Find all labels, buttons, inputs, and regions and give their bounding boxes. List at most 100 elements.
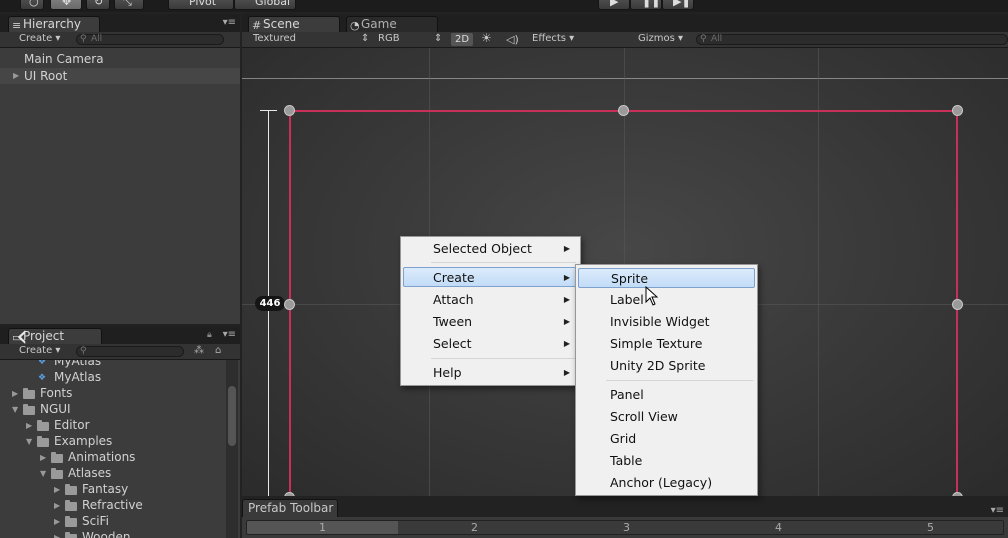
move-icon: ✥ xyxy=(62,0,72,8)
effects-dropdown[interactable]: Effects ▾ xyxy=(532,33,574,44)
filter-label-icon[interactable]: ⌂ xyxy=(215,345,221,356)
expand-arrow-icon[interactable]: ▶ xyxy=(26,421,32,430)
menu-item-table[interactable]: Table xyxy=(578,451,755,471)
menu-item-label: Scroll View xyxy=(610,409,678,424)
scale-tool-button[interactable]: ⤡ xyxy=(114,0,144,10)
sun-icon[interactable]: ☀ xyxy=(481,31,492,45)
prefab-page-4[interactable]: 4 xyxy=(775,521,782,534)
expand-arrow-icon[interactable]: ▶ xyxy=(54,501,60,510)
expand-arrow-icon[interactable]: ▶ xyxy=(40,453,46,462)
search-icon: ⚲ xyxy=(80,346,87,356)
global-toggle[interactable]: Global xyxy=(234,0,296,10)
panel-menu-icon[interactable]: ▾≡ xyxy=(991,505,1004,516)
resize-handle-top-left[interactable] xyxy=(284,105,295,116)
speaker-icon[interactable]: ◁) xyxy=(506,33,519,46)
pivot-toggle[interactable]: Pivot xyxy=(168,0,234,10)
menu-item-create[interactable]: Create ▶ xyxy=(403,267,578,287)
submenu-arrow-icon: ▶ xyxy=(563,295,570,304)
tab-scene-label: Scene xyxy=(263,17,300,31)
prefab-page-3[interactable]: 3 xyxy=(623,521,630,534)
filter-type-icon[interactable]: ⁂ xyxy=(194,345,204,356)
resize-handle-right[interactable] xyxy=(952,299,963,310)
back-arrow-icon[interactable]: ‹ xyxy=(16,322,28,352)
prefab-page-1[interactable]: 1 xyxy=(319,521,326,534)
menu-item-label: Grid xyxy=(610,431,637,446)
move-tool-button[interactable]: ✥ xyxy=(50,0,82,10)
tab-game[interactable]: ◔ Game xyxy=(346,16,438,32)
hierarchy-search-input[interactable]: ⚲ All xyxy=(76,34,224,45)
panel-menu-icon[interactable]: ▾≡ xyxy=(223,330,236,340)
folder-icon xyxy=(37,420,49,431)
project-scrollbar[interactable] xyxy=(226,360,238,538)
expand-arrow-icon[interactable]: ▶ xyxy=(54,485,60,494)
project-subbar: Create ▾ ⚲ ⁂ ⌂ xyxy=(0,344,240,360)
grid-line xyxy=(818,48,819,496)
menu-item-grid[interactable]: Grid xyxy=(578,429,755,449)
resize-handle-bottom-left[interactable] xyxy=(284,492,295,496)
pause-button[interactable]: ❚❚ xyxy=(630,0,662,10)
resize-handle-top[interactable] xyxy=(618,105,629,116)
menu-item-unity-2d-sprite[interactable]: Unity 2D Sprite xyxy=(578,356,755,376)
menu-item-help[interactable]: Help ▶ xyxy=(403,363,578,383)
menu-item-attach[interactable]: Attach ▶ xyxy=(403,290,578,310)
menu-item-tween[interactable]: Tween ▶ xyxy=(403,312,578,332)
2d-toggle[interactable]: 2D xyxy=(451,33,473,46)
tab-game-label: Game xyxy=(361,17,397,31)
prefab-page-5[interactable]: 5 xyxy=(927,521,934,534)
menu-item-anchor-legacy[interactable]: Anchor (Legacy) xyxy=(578,473,755,493)
expand-arrow-icon[interactable]: ▶ xyxy=(12,389,18,398)
collapse-arrow-icon[interactable]: ▼ xyxy=(12,405,18,414)
hierarchy-item-main-camera[interactable]: Main Camera xyxy=(24,52,104,66)
scene-search-input[interactable]: ⚲ All xyxy=(696,34,1008,45)
pause-icon: ❚❚ xyxy=(642,0,661,8)
play-button[interactable]: ▶ xyxy=(598,0,630,10)
resize-handle-bottom-right[interactable] xyxy=(952,492,963,496)
tree-item-label: Wooden xyxy=(82,530,131,538)
menu-item-label: Sprite xyxy=(611,271,649,286)
expand-arrow-icon[interactable]: ▶ xyxy=(13,71,19,80)
collapse-arrow-icon[interactable]: ▼ xyxy=(40,469,46,478)
tree-item-label: Animations xyxy=(68,450,136,464)
panel-menu-icon[interactable]: ▾≡ xyxy=(223,18,236,28)
2d-label: 2D xyxy=(454,34,470,45)
rotate-icon: ↻ xyxy=(94,0,104,8)
context-menu: Selected Object ▶ Create ▶ Attach ▶ Tween ▶ … xyxy=(400,236,581,386)
hierarchy-create-dropdown[interactable]: Create ▾ xyxy=(19,33,60,44)
submenu-arrow-icon: ▶ xyxy=(563,317,570,326)
resize-handle-left[interactable] xyxy=(284,299,295,310)
updown-icon: ⇕ xyxy=(361,33,370,44)
hand-tool-button[interactable]: ○ xyxy=(20,0,44,10)
tab-hierarchy[interactable]: ≡ Hierarchy xyxy=(8,16,100,32)
shading-mode-dropdown[interactable]: Textured ⇕ xyxy=(253,33,369,44)
step-icon: ▶❚ xyxy=(673,0,691,8)
menu-item-selected-object[interactable]: Selected Object ▶ xyxy=(403,239,578,259)
menu-item-sprite[interactable]: Sprite xyxy=(578,268,755,288)
rotate-tool-button[interactable]: ↻ xyxy=(86,0,110,10)
menu-item-scroll-view[interactable]: Scroll View xyxy=(578,407,755,427)
project-search-input[interactable]: ⚲ xyxy=(76,346,184,357)
folder-icon xyxy=(65,500,77,511)
tree-item-label: MyAtlas xyxy=(54,360,102,368)
expand-arrow-icon[interactable]: ▶ xyxy=(54,517,60,526)
gizmos-dropdown[interactable]: Gizmos ▾ xyxy=(638,33,683,44)
hierarchy-item-ui-root[interactable]: ▶ UI Root xyxy=(0,68,240,84)
expand-arrow-icon[interactable]: ▶ xyxy=(54,533,60,538)
menu-item-label-widget[interactable]: Label xyxy=(578,290,755,310)
menu-item-select[interactable]: Select ▶ xyxy=(403,334,578,354)
lock-icon[interactable]: 🔒︎ xyxy=(207,330,212,340)
menu-item-simple-texture[interactable]: Simple Texture xyxy=(578,334,755,354)
height-value: 446 xyxy=(259,298,281,309)
resize-handle-top-right[interactable] xyxy=(952,105,963,116)
tab-prefab-toolbar[interactable]: Prefab Toolbar xyxy=(242,499,338,517)
render-mode-dropdown[interactable]: RGB ⇕ xyxy=(378,33,442,44)
folder-icon xyxy=(65,484,77,495)
grid-line xyxy=(242,78,1008,79)
tab-scene[interactable]: # Scene xyxy=(248,16,340,32)
scrollbar-thumb[interactable] xyxy=(228,386,236,446)
main-toolbar: ○ ✥ ↻ ⤡ Pivot Global ▶ ❚❚ ▶❚ xyxy=(0,0,1008,12)
collapse-arrow-icon[interactable]: ▼ xyxy=(26,437,32,446)
menu-item-invisible-widget[interactable]: Invisible Widget xyxy=(578,312,755,332)
step-button[interactable]: ▶❚ xyxy=(662,0,694,10)
prefab-page-2[interactable]: 2 xyxy=(471,521,478,534)
menu-item-panel[interactable]: Panel xyxy=(578,385,755,405)
